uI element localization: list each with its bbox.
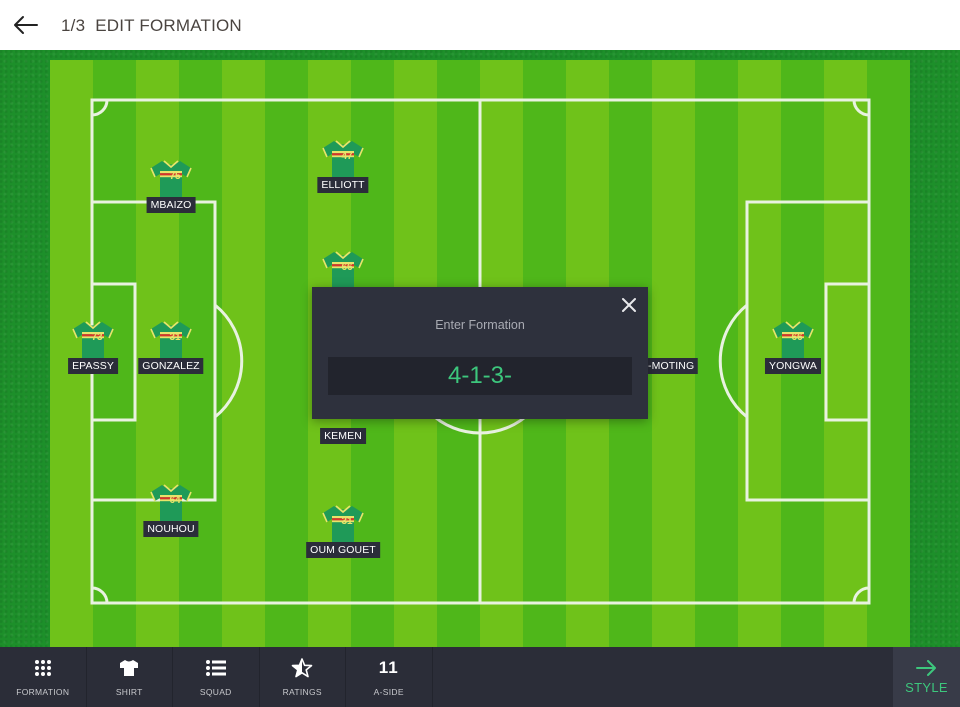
- player-token[interactable]: 47 ELLIOTT: [303, 139, 383, 199]
- player-token[interactable]: 64 NOUHOU: [131, 483, 211, 543]
- formation-input[interactable]: 4-1-3-: [328, 357, 632, 395]
- shirt-number: 64: [169, 495, 181, 506]
- back-button[interactable]: [12, 12, 40, 38]
- shirt-number: 73: [91, 332, 103, 343]
- player-token[interactable]: 75 MBAIZO: [131, 159, 211, 219]
- right-penalty-arc: [718, 303, 748, 419]
- tab-label: SHIRT: [115, 687, 143, 697]
- next-label: STYLE: [905, 680, 948, 695]
- tab-label: RATINGS: [282, 687, 322, 697]
- shirt-number: 66: [341, 262, 353, 273]
- shirt-number: 47: [341, 151, 353, 162]
- half-star-icon: [291, 658, 313, 678]
- corner-arc-tl: [91, 99, 109, 117]
- next-style-button[interactable]: STYLE: [893, 647, 960, 707]
- dialog-title: Enter Formation: [435, 318, 525, 332]
- close-icon: [622, 298, 636, 312]
- player-name: MBAIZO: [146, 197, 196, 213]
- tab-a-side[interactable]: 11 A-SIDE: [346, 647, 433, 707]
- tab-ratings[interactable]: RATINGS: [260, 647, 346, 707]
- tab-label: FORMATION: [16, 687, 70, 697]
- corner-arc-br: [852, 586, 870, 604]
- shirt-icon: [120, 660, 139, 676]
- player-name: NOUHOU: [143, 521, 199, 537]
- a-side-count: 11: [378, 658, 399, 677]
- shirt-number: 31: [169, 332, 181, 343]
- player-token[interactable]: 73 EPASSY: [53, 320, 133, 380]
- arrow-left-icon: [14, 16, 38, 34]
- formation-dialog: Enter Formation 4-1-3-: [312, 287, 648, 419]
- player-name: OUM GOUET: [306, 542, 380, 558]
- page-title: 1/3 EDIT FORMATION: [61, 16, 242, 36]
- player-name: GONZALEZ: [138, 358, 204, 374]
- step-indicator: 1/3: [61, 16, 86, 35]
- bottom-toolbar: FORMATION SHIRT SQUAD RATINGS 11 A-SIDE: [0, 647, 960, 707]
- corner-arc-bl: [91, 586, 109, 604]
- player-name: EPASSY: [68, 358, 118, 374]
- player-name: KEMEN: [320, 428, 366, 444]
- tab-squad[interactable]: SQUAD: [173, 647, 260, 707]
- title-text: EDIT FORMATION: [95, 16, 242, 35]
- left-penalty-arc: [214, 303, 244, 419]
- tab-label: A-SIDE: [373, 687, 404, 697]
- shirt-number: 66: [791, 332, 803, 343]
- corner-arc-tr: [852, 99, 870, 117]
- list-icon: [205, 660, 226, 676]
- grid-dots-icon: [34, 660, 51, 676]
- player-token[interactable]: 31 GONZALEZ: [131, 320, 211, 380]
- tab-formation[interactable]: FORMATION: [0, 647, 87, 707]
- top-header: 1/3 EDIT FORMATION: [0, 0, 960, 50]
- shirt-number: 75: [169, 171, 181, 182]
- tab-shirt[interactable]: SHIRT: [87, 647, 173, 707]
- arrow-right-icon: [916, 660, 936, 676]
- shirt-number: 31: [341, 516, 353, 527]
- player-name: ELLIOTT: [317, 177, 369, 193]
- player-token[interactable]: 31 OUM GOUET: [303, 504, 383, 564]
- player-name: YONGWA: [764, 358, 822, 374]
- player-token[interactable]: 66 YONGWA: [753, 320, 833, 380]
- tab-label: SQUAD: [199, 687, 232, 697]
- close-button[interactable]: [620, 296, 638, 314]
